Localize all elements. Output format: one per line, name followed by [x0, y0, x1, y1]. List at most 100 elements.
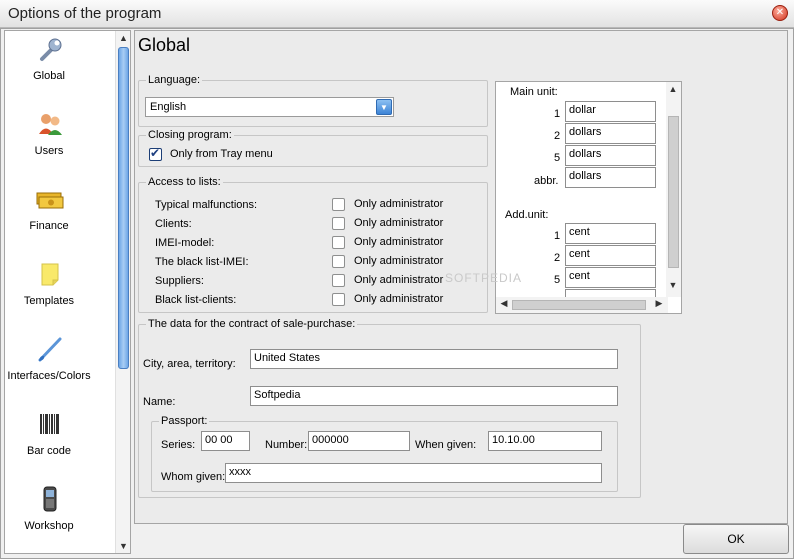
main-unit-label: Main unit:: [510, 86, 558, 98]
phone-icon: [43, 486, 57, 512]
money-icon: [36, 192, 64, 209]
scroll-down-icon[interactable]: ▼: [116, 539, 131, 553]
number-input[interactable]: 000000: [308, 431, 410, 451]
add-unit-label: Add.unit:: [505, 209, 549, 221]
wrench-icon: [40, 38, 62, 61]
series-label: Series:: [161, 439, 196, 451]
sidebar-item-users[interactable]: Users: [5, 110, 116, 185]
currency-vscrollbar[interactable]: ▲ ▼: [666, 82, 681, 297]
scrollbar-thumb[interactable]: [118, 47, 129, 369]
contract-legend: The data for the contract of sale-purcha…: [146, 318, 358, 330]
access-option-label: Only administrator: [354, 274, 444, 286]
scroll-up-icon[interactable]: ▲: [116, 31, 131, 45]
closing-group: Closing program: Only from Tray menu: [138, 129, 488, 167]
closing-legend: Closing program:: [146, 129, 234, 141]
access-row-label: Typical malfunctions:: [155, 199, 258, 211]
main-unit-1-input[interactable]: dollar: [565, 101, 656, 122]
access-option-label: Only administrator: [354, 293, 444, 305]
series-input[interactable]: 00 00: [201, 431, 250, 451]
unit-row-label: 5: [554, 274, 561, 286]
name-label: Name:: [143, 396, 176, 408]
language-legend: Language:: [146, 74, 202, 86]
sidebar-item-label: Bar code: [26, 445, 72, 457]
language-value: English: [150, 101, 187, 113]
access-row-label: Clients:: [155, 218, 192, 230]
access-checkbox[interactable]: [332, 236, 345, 249]
sidebar-item-finance[interactable]: Finance: [5, 185, 116, 260]
watermark-text: SOFTPEDIA: [445, 271, 523, 285]
unit-row-label: 2: [554, 130, 561, 142]
when-given-label: When given:: [415, 439, 477, 451]
sidebar: Global Users Finance Templates Interface…: [4, 30, 131, 554]
sidebar-item-barcode[interactable]: Bar code: [5, 410, 116, 485]
add-unit-1-input[interactable]: cent: [565, 223, 656, 244]
language-group: Language: English ▼: [138, 74, 488, 127]
sidebar-item-templates[interactable]: Templates: [5, 260, 116, 335]
sidebar-item-label: Workshop: [24, 520, 74, 532]
access-checkbox[interactable]: [332, 217, 345, 230]
access-option-label: Only administrator: [354, 236, 444, 248]
sidebar-item-label: Global: [33, 70, 65, 82]
unit-row-label: 5: [554, 152, 561, 164]
passport-legend: Passport:: [159, 415, 210, 427]
city-label: City, area, territory:: [143, 358, 236, 370]
access-row-label: IMEI-model:: [155, 237, 215, 249]
page-title: Global: [138, 35, 191, 55]
when-given-input[interactable]: 10.10.00: [488, 431, 602, 451]
scroll-down-icon[interactable]: ▼: [666, 280, 680, 290]
sidebar-scrollbar[interactable]: ▲ ▼: [115, 31, 130, 553]
city-input[interactable]: United States: [250, 349, 618, 369]
currency-panel: Main unit: 1 dollar 2 dollars 5 dollars …: [495, 81, 682, 314]
unit-row-label: abbr.: [534, 175, 559, 187]
scrollbar-thumb[interactable]: [668, 116, 679, 268]
main-unit-5-input[interactable]: dollars: [565, 145, 656, 166]
unit-row-label: 1: [554, 230, 561, 242]
passport-group: Passport: Series: 00 00 Number: 000000 W…: [151, 415, 618, 492]
scroll-right-icon[interactable]: ▶: [652, 298, 666, 309]
main-panel: Global Language: English ▼ Closing progr…: [134, 30, 788, 524]
sidebar-item-label: Interfaces/Colors: [7, 370, 91, 382]
title-bar: Options of the program ✕: [0, 0, 794, 28]
tray-only-label: Only from Tray menu: [170, 148, 273, 160]
main-unit-2-input[interactable]: dollars: [565, 123, 656, 144]
sidebar-item-label: Finance: [29, 220, 69, 232]
whom-given-label: Whom given:: [161, 471, 226, 483]
unit-row-label: 2: [554, 252, 561, 264]
note-icon: [41, 263, 59, 286]
access-row-label: Black list-clients:: [155, 294, 237, 306]
currency-hscrollbar[interactable]: ◀ ▶: [496, 297, 668, 313]
access-checkbox[interactable]: [332, 255, 345, 268]
add-unit-5-input[interactable]: cent: [565, 267, 656, 288]
access-legend: Access to lists:: [146, 176, 223, 188]
window-title: Options of the program: [8, 5, 162, 22]
sidebar-item-workshop[interactable]: Workshop: [5, 485, 116, 553]
ok-button[interactable]: OK: [683, 524, 789, 554]
close-button[interactable]: ✕: [772, 5, 788, 21]
access-option-label: Only administrator: [354, 217, 444, 229]
access-option-label: Only administrator: [354, 198, 444, 210]
access-checkbox[interactable]: [332, 274, 345, 287]
access-row-label: The black list-IMEI:: [155, 256, 249, 268]
add-unit-2-input[interactable]: cent: [565, 245, 656, 266]
scrollbar-thumb[interactable]: [512, 300, 646, 310]
brush-icon: [38, 337, 62, 362]
chevron-down-icon[interactable]: ▼: [376, 99, 392, 115]
sidebar-item-interfaces[interactable]: Interfaces/Colors: [5, 335, 116, 410]
access-checkbox[interactable]: [332, 293, 345, 306]
sidebar-list: Global Users Finance Templates Interface…: [5, 31, 116, 553]
access-checkbox[interactable]: [332, 198, 345, 211]
main-unit-abbr-input[interactable]: dollars: [565, 167, 656, 188]
scroll-left-icon[interactable]: ◀: [497, 298, 511, 309]
contract-group: The data for the contract of sale-purcha…: [138, 318, 641, 498]
unit-row-label: 1: [554, 108, 561, 120]
name-input[interactable]: Softpedia: [250, 386, 618, 406]
scroll-up-icon[interactable]: ▲: [666, 84, 680, 94]
tray-only-checkbox[interactable]: [149, 146, 162, 161]
language-select[interactable]: English ▼: [145, 97, 394, 117]
access-group: Access to lists: Typical malfunctions: O…: [138, 176, 488, 313]
users-icon: [39, 114, 62, 135]
sidebar-item-global[interactable]: Global: [5, 35, 116, 110]
sidebar-item-label: Users: [34, 145, 64, 157]
barcode-icon: [40, 414, 59, 434]
whom-given-input[interactable]: xxxx: [225, 463, 602, 483]
